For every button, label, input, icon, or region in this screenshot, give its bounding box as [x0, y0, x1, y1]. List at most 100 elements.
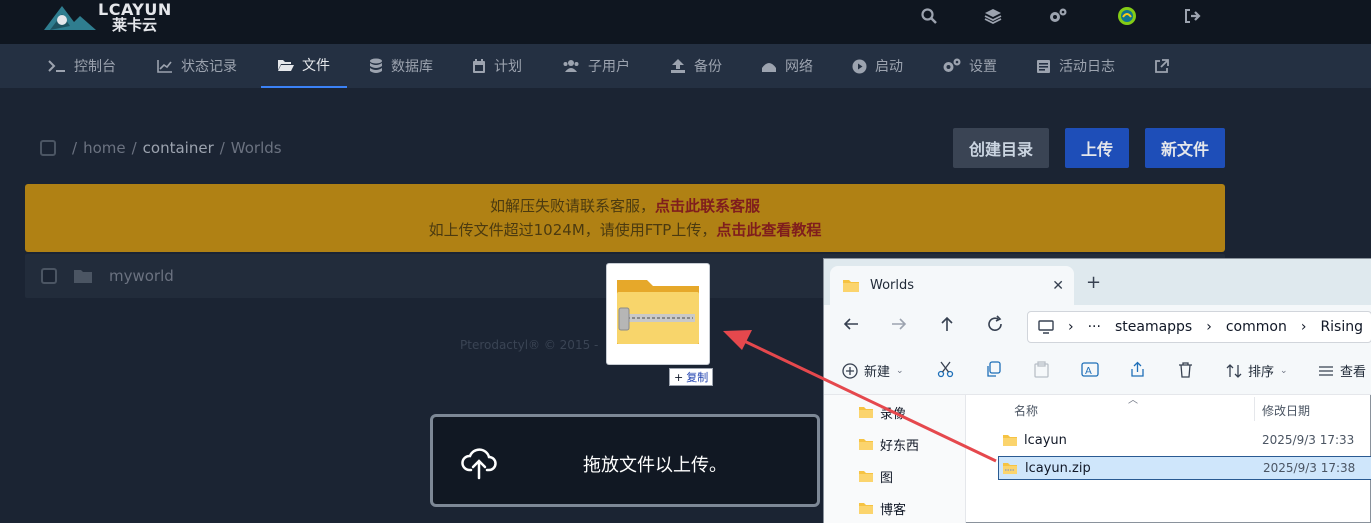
column-header-modified[interactable]: 修改日期	[1262, 402, 1310, 419]
view-button[interactable]: 查看	[1318, 361, 1366, 380]
share-icon[interactable]	[1129, 361, 1146, 378]
nav-label: 计划	[494, 59, 522, 75]
upload-icon	[671, 59, 685, 73]
column-header-name[interactable]: 名称	[1014, 402, 1038, 419]
back-icon[interactable]	[842, 315, 860, 337]
cloud-upload-icon	[461, 448, 497, 480]
path-field[interactable]: › ··· steamapps › common › Rising	[1027, 311, 1371, 343]
chevron-down-icon: ⌄	[896, 365, 904, 376]
rename-icon[interactable]: A	[1081, 361, 1099, 378]
list-item-selected[interactable]: lcayun.zip 2025/9/3 17:38	[998, 456, 1371, 480]
select-all-checkbox[interactable]	[40, 140, 56, 156]
paste-icon[interactable]	[1033, 361, 1050, 378]
item-name: lcayun	[1024, 432, 1067, 448]
chevron-right-icon: ›	[1068, 319, 1074, 335]
nav-external[interactable]	[1154, 44, 1169, 88]
nav-activity-log[interactable]: 活动日志	[1036, 44, 1115, 88]
nav-label: 网络	[785, 59, 813, 75]
list-item[interactable]: lcayun 2025/9/3 17:33	[998, 428, 1371, 452]
path-segment[interactable]: Rising	[1320, 319, 1363, 335]
breadcrumb-container[interactable]: container	[143, 139, 214, 157]
brand-name-cn: 莱卡云	[112, 16, 158, 34]
up-icon[interactable]	[938, 315, 956, 337]
nav-label: 设置	[969, 59, 997, 75]
users-icon	[563, 60, 579, 72]
view-label: 查看	[1340, 365, 1367, 380]
new-label: 新建	[864, 365, 891, 380]
drop-zone[interactable]: 拖放文件以上传。	[430, 414, 820, 507]
delete-icon[interactable]	[1177, 361, 1194, 378]
search-icon[interactable]	[919, 6, 939, 26]
nav-label: 活动日志	[1059, 59, 1115, 75]
nav-startup[interactable]: 启动	[852, 44, 903, 88]
breadcrumb-separator: /	[219, 139, 225, 157]
logo-mark-icon	[44, 6, 96, 30]
external-link-icon	[1155, 58, 1169, 73]
copy-tooltip: + 复制	[669, 368, 714, 386]
nav-backup[interactable]: 备份	[670, 44, 722, 88]
sidebar-item-goods[interactable]: 好东西	[858, 435, 919, 454]
close-icon[interactable]: ✕	[1052, 278, 1064, 294]
sidebar-item-blog[interactable]: 博客	[858, 499, 906, 518]
breadcrumb-home[interactable]: home	[83, 139, 126, 157]
item-modified: 2025/9/3 17:33	[1262, 433, 1355, 447]
nav-label: 数据库	[391, 59, 433, 75]
new-file-button[interactable]: 新文件	[1145, 128, 1225, 168]
upload-button[interactable]: 上传	[1065, 128, 1129, 168]
cogs-icon	[943, 58, 961, 72]
logo[interactable]: LCAYUN 莱卡云	[40, 0, 180, 36]
new-tab-icon[interactable]: +	[1086, 272, 1101, 293]
breadcrumb-separator: /	[131, 139, 137, 157]
cogs-icon[interactable]	[1048, 6, 1068, 26]
sidebar-item-label: 博客	[880, 503, 907, 518]
banner-line-2: 如上传文件超过1024M，请使用FTP上传，点击此查看教程	[25, 218, 1225, 242]
sidebar-item-pictures[interactable]: 图	[858, 467, 893, 486]
row-checkbox[interactable]	[41, 268, 57, 284]
column-divider[interactable]	[1254, 397, 1255, 421]
cut-icon[interactable]	[937, 361, 954, 378]
folder-icon	[74, 270, 92, 283]
explorer-toolbar: 新建 ⌄ A 排序 ⌄ 查看	[824, 349, 1371, 395]
nav-files[interactable]: 文件	[261, 44, 347, 88]
path-segment[interactable]: steamapps	[1115, 319, 1192, 335]
nav-label: 状态记录	[181, 59, 237, 75]
folder-icon	[1003, 434, 1017, 446]
sort-button[interactable]: 排序 ⌄	[1226, 361, 1288, 380]
file-list: 名称 ︿ 修改日期 lcayun 2025/9/3 17:33 lcayun.z…	[966, 395, 1371, 523]
sidebar-item-label: 好东西	[880, 439, 920, 454]
nav-console[interactable]: 控制台	[48, 44, 116, 88]
nav-schedule[interactable]: 计划	[472, 44, 522, 88]
sort-up-icon: ︿	[1128, 395, 1138, 406]
layers-icon[interactable]	[983, 6, 1003, 26]
tutorial-link[interactable]: 点击此查看教程	[716, 221, 821, 239]
copy-icon[interactable]	[985, 361, 1002, 378]
file-name[interactable]: myworld	[109, 267, 174, 285]
breadcrumb: / home / container / Worlds	[40, 137, 282, 159]
refresh-icon[interactable]	[986, 315, 1004, 337]
item-modified: 2025/9/3 17:38	[1263, 461, 1356, 475]
forward-icon[interactable]	[890, 315, 908, 337]
create-directory-button[interactable]: 创建目录	[953, 128, 1049, 168]
sidebar-item-videos[interactable]: 录像	[858, 403, 906, 422]
avatar[interactable]	[1117, 6, 1137, 26]
nav-settings[interactable]: 设置	[942, 44, 997, 88]
new-button[interactable]: 新建 ⌄	[842, 361, 904, 380]
more-icon[interactable]: ···	[1088, 319, 1101, 335]
nav-subusers[interactable]: 子用户	[562, 44, 630, 88]
breadcrumb-separator: /	[72, 139, 78, 157]
folder-icon	[859, 471, 873, 482]
zip-folder-icon	[617, 280, 699, 344]
explorer-tab[interactable]: Worlds ✕	[830, 266, 1074, 305]
drop-zone-label: 拖放文件以上传。	[583, 455, 727, 476]
nav-stats[interactable]: 状态记录	[157, 44, 237, 88]
contact-support-link[interactable]: 点击此联系客服	[655, 197, 760, 215]
folder-icon	[843, 279, 859, 292]
sort-icon	[1226, 363, 1242, 378]
folder-icon	[859, 439, 873, 450]
nav-network[interactable]: 网络	[761, 44, 813, 88]
nav-database[interactable]: 数据库	[369, 44, 433, 88]
drag-preview	[607, 264, 709, 364]
path-segment[interactable]: common	[1226, 319, 1287, 335]
logout-icon[interactable]	[1182, 6, 1202, 26]
top-bar: LCAYUN 莱卡云	[0, 0, 1371, 44]
